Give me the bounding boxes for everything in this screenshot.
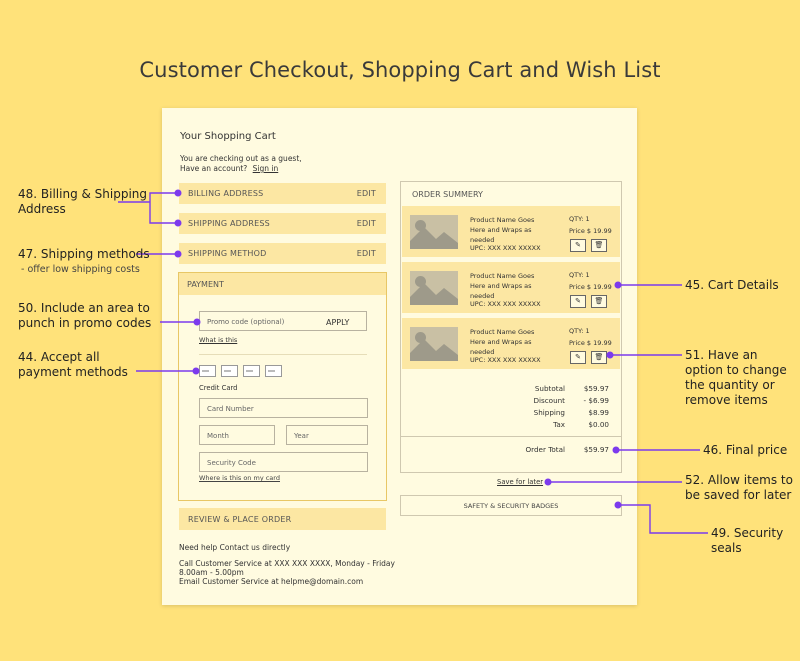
- billing-edit-button[interactable]: EDIT: [357, 189, 376, 198]
- payment-header: PAYMENT: [179, 273, 386, 295]
- card-number-input[interactable]: Card Number: [199, 398, 368, 418]
- subtotal-value: $59.97: [583, 384, 609, 393]
- product-name: Product Name Goes Here and Wraps as need…: [470, 328, 535, 356]
- shipping-address-label: SHIPPING ADDRESS: [188, 219, 270, 228]
- order-total-label: Order Total: [525, 445, 566, 454]
- page-title: Customer Checkout, Shopping Cart and Wis…: [139, 58, 661, 82]
- product-price: Price $ 19.99: [569, 339, 612, 347]
- product-image-icon: [410, 327, 458, 361]
- product-qty: QTY: 1: [569, 327, 590, 335]
- review-place-order-bar[interactable]: REVIEW & PLACE ORDER: [179, 508, 386, 530]
- shipping-method-bar[interactable]: SHIPPING METHOD EDIT: [179, 243, 386, 264]
- annotation-save-for-later: 52. Allow items to be saved for later: [685, 473, 793, 502]
- product-qty: QTY: 1: [569, 271, 590, 279]
- apply-label: APPLY: [326, 318, 350, 327]
- cart-item: Product Name Goes Here and Wraps as need…: [402, 262, 620, 313]
- tax-value: $0.00: [588, 420, 609, 429]
- order-summary-panel: ORDER SUMMERY Product Name Goes Here and…: [400, 181, 622, 473]
- security-placeholder: Security Code: [207, 459, 256, 467]
- remove-item-icon[interactable]: 🗑: [591, 239, 607, 252]
- shipping-method-label: SHIPPING METHOD: [188, 249, 267, 258]
- tax-label: Tax: [553, 420, 565, 429]
- annotation-shipping-methods-sub: - offer low shipping costs: [21, 264, 140, 275]
- sign-in-link[interactable]: Sign in: [253, 164, 279, 173]
- save-for-later-link[interactable]: Save for later: [497, 478, 543, 486]
- subtotal-label: Subtotal: [534, 384, 565, 393]
- security-where-link[interactable]: Where is this on my card: [199, 474, 280, 482]
- guest-notice: You are checking out as a guest,: [180, 154, 302, 163]
- promo-what-is-this-link[interactable]: What is this: [199, 336, 237, 344]
- annotation-shipping-methods: 47. Shipping methods - offer low shippin…: [18, 247, 168, 277]
- card-mastercard-icon[interactable]: [221, 365, 238, 377]
- cart-item: Product Name Goes Here and Wraps as need…: [402, 318, 620, 369]
- promo-placeholder: Promo code (optional): [207, 318, 285, 326]
- month-input[interactable]: Month: [199, 425, 275, 445]
- billing-address-label: BILLING ADDRESS: [188, 189, 264, 198]
- edit-item-icon[interactable]: ✎: [570, 239, 586, 252]
- shipping-method-edit-button[interactable]: EDIT: [357, 249, 376, 258]
- payment-panel: PAYMENT Promo code (optional) APPLY What…: [178, 272, 387, 501]
- card-number-placeholder: Card Number: [207, 405, 254, 413]
- annotation-billing-shipping: 48. Billing & Shipping Address: [18, 187, 148, 216]
- remove-item-icon[interactable]: 🗑: [591, 351, 607, 364]
- product-upc: UPC: XXX XXX XXXXX: [470, 300, 541, 308]
- payment-heading: PAYMENT: [187, 280, 224, 289]
- help-hours-line: 8.00am - 5.00pm: [179, 568, 244, 577]
- product-image-icon: [410, 215, 458, 249]
- product-name: Product Name Goes Here and Wraps as need…: [470, 272, 535, 300]
- security-badges-label: SAFETY & SECURITY BADGES: [463, 502, 559, 510]
- apply-button[interactable]: APPLY: [313, 311, 367, 331]
- product-name: Product Name Goes Here and Wraps as need…: [470, 216, 535, 244]
- year-input[interactable]: Year: [286, 425, 368, 445]
- product-price: Price $ 19.99: [569, 227, 612, 235]
- discount-label: Discount: [533, 396, 565, 405]
- annotation-payment-methods: 44. Accept all payment methods: [18, 350, 128, 379]
- security-badges-bar: SAFETY & SECURITY BADGES: [400, 495, 622, 516]
- review-label: REVIEW & PLACE ORDER: [188, 515, 292, 524]
- help-call-line: Call Customer Service at XXX XXX XXXX, M…: [179, 559, 395, 568]
- product-upc: UPC: XXX XXX XXXXX: [470, 356, 541, 364]
- remove-item-icon[interactable]: 🗑: [591, 295, 607, 308]
- shipping-edit-button[interactable]: EDIT: [357, 219, 376, 228]
- payment-divider: [199, 354, 367, 355]
- cart-item: Product Name Goes Here and Wraps as need…: [402, 206, 620, 257]
- shipping-cost-value: $8.99: [588, 408, 609, 417]
- month-placeholder: Month: [207, 432, 229, 440]
- billing-address-bar[interactable]: BILLING ADDRESS EDIT: [179, 183, 386, 204]
- shipping-cost-label: Shipping: [533, 408, 565, 417]
- help-heading: Need help Contact us directly: [179, 543, 291, 552]
- discount-value: - $6.99: [583, 396, 609, 405]
- product-qty: QTY: 1: [569, 215, 590, 223]
- credit-card-label: Credit Card: [199, 384, 238, 392]
- annotation-final-price: 46. Final price: [703, 443, 788, 457]
- edit-item-icon[interactable]: ✎: [570, 295, 586, 308]
- annotation-cart-details: 45. Cart Details: [685, 278, 779, 292]
- card-amex-icon[interactable]: [243, 365, 260, 377]
- order-summary-heading: ORDER SUMMERY: [412, 190, 483, 199]
- card-discover-icon[interactable]: [265, 365, 282, 377]
- cart-heading: Your Shopping Cart: [180, 131, 276, 142]
- product-upc: UPC: XXX XXX XXXXX: [470, 244, 541, 252]
- edit-item-icon[interactable]: ✎: [570, 351, 586, 364]
- help-email-line: Email Customer Service at helpme@domain.…: [179, 577, 364, 586]
- annotation-promo-codes: 50. Include an area to punch in promo co…: [18, 301, 152, 330]
- annotation-security-seals: 49. Security seals: [711, 526, 784, 555]
- annotation-shipping-methods-title: 47. Shipping methods: [18, 247, 150, 261]
- security-code-input[interactable]: Security Code: [199, 452, 368, 472]
- shipping-address-bar[interactable]: SHIPPING ADDRESS EDIT: [179, 213, 386, 234]
- promo-code-input[interactable]: Promo code (optional): [199, 311, 314, 331]
- checkout-wireframe: Your Shopping Cart You are checking out …: [162, 108, 637, 605]
- order-total-value: $59.97: [583, 445, 609, 454]
- summary-divider: [401, 436, 621, 437]
- account-line: Have an account? Sign in: [180, 164, 278, 173]
- card-visa-icon[interactable]: [199, 365, 216, 377]
- annotation-change-quantity: 51. Have an option to change the quantit…: [685, 348, 787, 407]
- product-price: Price $ 19.99: [569, 283, 612, 291]
- year-placeholder: Year: [294, 432, 309, 440]
- account-question: Have an account?: [180, 164, 248, 173]
- product-image-icon: [410, 271, 458, 305]
